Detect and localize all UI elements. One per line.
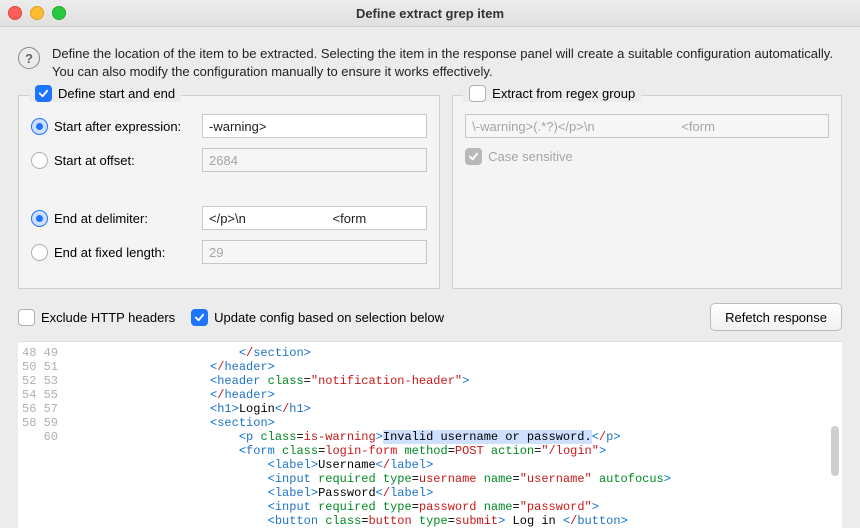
checkbox-exclude-http-headers[interactable]: Exclude HTTP headers bbox=[18, 309, 175, 326]
response-code-viewer[interactable]: 48 49 50 51 52 53 54 55 56 57 58 59 60 <… bbox=[18, 341, 842, 528]
scrollbar-thumb[interactable] bbox=[831, 426, 839, 476]
minimize-icon[interactable] bbox=[30, 6, 44, 20]
radio-end-at-fixed-length[interactable]: End at fixed length: bbox=[31, 244, 194, 261]
input-end-at-delimiter[interactable] bbox=[202, 206, 427, 230]
checkbox-define-start-end[interactable] bbox=[35, 85, 52, 102]
radio-start-after-expression[interactable]: Start after expression: bbox=[31, 118, 194, 135]
checkbox-case-sensitive: Case sensitive bbox=[465, 148, 573, 165]
refetch-response-button[interactable]: Refetch response bbox=[710, 303, 842, 331]
checkbox-update-config[interactable]: Update config based on selection below bbox=[191, 309, 444, 326]
legend-extract-from-regex: Extract from regex group bbox=[492, 86, 635, 101]
checkbox-extract-from-regex[interactable] bbox=[469, 85, 486, 102]
window-title: Define extract grep item bbox=[356, 6, 504, 21]
help-icon[interactable]: ? bbox=[18, 47, 40, 69]
input-start-at-offset[interactable] bbox=[202, 148, 427, 172]
input-end-at-fixed-length[interactable] bbox=[202, 240, 427, 264]
scrollbar[interactable] bbox=[830, 346, 840, 524]
code-area[interactable]: </section> </header> <header class="noti… bbox=[66, 342, 842, 528]
group-define-start-end: Define start and end Start after express… bbox=[18, 95, 440, 289]
close-icon[interactable] bbox=[8, 6, 22, 20]
group-extract-from-regex: Extract from regex group Case sensitive bbox=[452, 95, 842, 289]
radio-start-at-offset[interactable]: Start at offset: bbox=[31, 152, 194, 169]
titlebar: Define extract grep item bbox=[0, 0, 860, 27]
input-start-after-expression[interactable] bbox=[202, 114, 427, 138]
radio-end-at-delimiter[interactable]: End at delimiter: bbox=[31, 210, 194, 227]
input-regex bbox=[465, 114, 829, 138]
intro-text: Define the location of the item to be ex… bbox=[52, 45, 842, 81]
traffic-lights bbox=[8, 6, 66, 20]
code-gutter: 48 49 50 51 52 53 54 55 56 57 58 59 60 bbox=[18, 342, 66, 528]
legend-define-start-end: Define start and end bbox=[58, 86, 175, 101]
zoom-icon[interactable] bbox=[52, 6, 66, 20]
